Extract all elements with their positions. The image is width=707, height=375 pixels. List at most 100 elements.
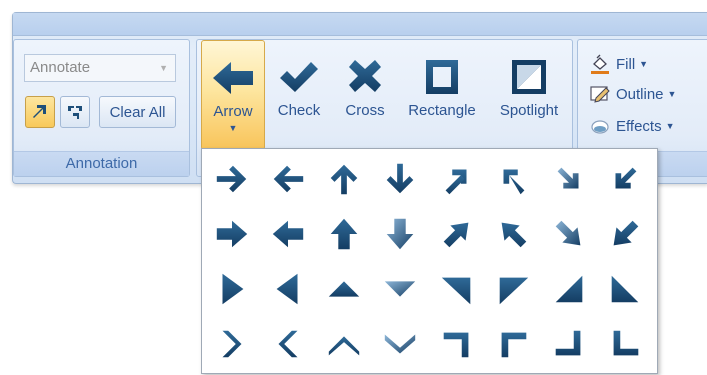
cross-shape-button[interactable]: Cross (335, 40, 395, 150)
gallery-item-triangle-top-left[interactable] (489, 265, 537, 313)
effects-label: Effects (616, 117, 662, 135)
gallery-item-triangle-bottom-left[interactable] (601, 265, 649, 313)
arrow-left-bold-icon (272, 220, 304, 248)
arrow-down-bold-icon (386, 218, 414, 250)
gallery-item-triangle-bottom-right[interactable] (545, 265, 593, 313)
triangle-bottom-left-icon (611, 275, 639, 303)
gallery-item-corner-top-left[interactable] (489, 320, 537, 368)
gallery-item-arrow-down-left-bold[interactable] (601, 210, 649, 258)
arrow-up-right-icon (33, 105, 46, 118)
arrow-left-icon (213, 62, 253, 94)
multi-arrow-button[interactable] (60, 96, 90, 128)
gallery-item-arrow-left-bold[interactable] (264, 210, 312, 258)
gallery-item-triangle-left[interactable] (264, 265, 312, 313)
arrow-gallery (201, 148, 658, 374)
triangle-right-icon (222, 273, 244, 305)
arrow-down-left-thin-icon (615, 167, 637, 189)
arrow-up-bold-icon (330, 218, 358, 250)
triangle-left-icon (276, 273, 298, 305)
multi-arrow-icon (68, 106, 82, 119)
outline-label: Outline (616, 85, 664, 103)
spotlight-icon (512, 60, 546, 94)
corner-bottom-right-icon (555, 330, 581, 356)
gallery-item-arrow-down-right-bold[interactable] (545, 210, 593, 258)
check-icon (280, 62, 318, 92)
arrow-up-right-thin-icon (445, 169, 467, 195)
clear-all-button[interactable]: Clear All (99, 96, 176, 128)
gallery-item-arrow-down-left-thin[interactable] (601, 155, 649, 203)
gallery-item-arrow-left-thin[interactable] (264, 155, 312, 203)
arrow-down-right-thin-icon (557, 167, 579, 189)
gallery-item-arrow-right-thin[interactable] (208, 155, 256, 203)
gallery-item-triangle-down[interactable] (376, 265, 424, 313)
rectangle-icon (426, 60, 458, 94)
cross-icon (349, 60, 381, 92)
arrow-up-left-thin-icon (503, 169, 525, 195)
gallery-item-triangle-top-right[interactable] (433, 265, 481, 313)
annotation-group-label: Annotation (14, 151, 189, 176)
ribbon-tab-bar (13, 13, 707, 36)
gallery-item-chevron-up[interactable] (320, 320, 368, 368)
annotation-group: Annotate ▼ Clear All Annotation (13, 39, 190, 177)
annotate-combo-value: Annotate (30, 59, 91, 76)
arrow-down-left-bold-icon (613, 220, 639, 246)
triangle-down-icon (384, 281, 416, 297)
chevron-down-icon: ▼ (228, 123, 238, 133)
gallery-item-chevron-down[interactable] (376, 320, 424, 368)
arrow-shape-button[interactable]: Arrow ▼ (201, 40, 265, 150)
arrow-down-right-bold-icon (555, 220, 581, 246)
gallery-item-arrow-up-right-thin[interactable] (433, 155, 481, 203)
clear-all-label: Clear All (109, 103, 166, 121)
gallery-item-chevron-left[interactable] (264, 320, 312, 368)
gallery-item-triangle-right[interactable] (208, 265, 256, 313)
chevron-down-icon: ▼ (665, 121, 675, 131)
rectangle-shape-button[interactable]: Rectangle (399, 40, 485, 150)
gallery-item-arrow-down-right-thin[interactable] (545, 155, 593, 203)
gallery-item-arrow-up-left-bold[interactable] (489, 210, 537, 258)
chevron-left-icon (278, 330, 298, 358)
spotlight-shape-button[interactable]: Spotlight (489, 40, 569, 150)
chevron-down-icon (384, 334, 416, 354)
chevron-right-icon (222, 330, 242, 358)
arrow-down-thin-icon (386, 163, 414, 194)
arrow-up-thin-icon (330, 164, 358, 195)
gallery-item-corner-top-right[interactable] (433, 320, 481, 368)
check-shape-button[interactable]: Check (267, 40, 331, 150)
gallery-item-arrow-up-right-bold[interactable] (433, 210, 481, 258)
triangle-top-right-icon (441, 277, 471, 305)
effects-button[interactable]: Effects ▼ (590, 116, 675, 136)
fill-button[interactable]: Fill ▼ (590, 54, 648, 74)
gallery-item-arrow-right-bold[interactable] (208, 210, 256, 258)
chevron-down-icon: ▼ (159, 63, 168, 73)
arrow-up-right-bold-icon (443, 222, 469, 248)
paint-bucket-icon (591, 54, 609, 74)
arrow-right-thin-icon (216, 165, 247, 193)
arrow-shape-label: Arrow (213, 103, 253, 120)
annotate-combo[interactable]: Annotate ▼ (24, 54, 176, 82)
gallery-item-chevron-right[interactable] (208, 320, 256, 368)
chevron-down-icon: ▼ (667, 89, 677, 99)
effects-icon (591, 120, 609, 134)
gallery-item-triangle-up[interactable] (320, 265, 368, 313)
gallery-item-arrow-up-bold[interactable] (320, 210, 368, 258)
corner-bottom-left-icon (613, 330, 639, 356)
gallery-item-arrow-up-thin[interactable] (320, 155, 368, 203)
gallery-item-arrow-down-thin[interactable] (376, 155, 424, 203)
spotlight-shape-label: Spotlight (499, 102, 559, 119)
chevron-down-icon: ▼ (639, 59, 649, 69)
check-shape-label: Check (277, 102, 321, 119)
arrow-right-bold-icon (216, 220, 248, 248)
triangle-bottom-right-icon (555, 275, 583, 303)
gallery-item-corner-bottom-left[interactable] (601, 320, 649, 368)
gallery-item-arrow-up-left-thin[interactable] (489, 155, 537, 203)
gallery-item-arrow-down-bold[interactable] (376, 210, 424, 258)
arrow-left-thin-icon (273, 165, 304, 193)
triangle-up-icon (328, 281, 360, 297)
arrow-tool-button[interactable] (25, 96, 55, 128)
cross-shape-label: Cross (345, 102, 385, 119)
fill-label: Fill (616, 55, 636, 73)
corner-top-left-icon (501, 332, 527, 358)
outline-button[interactable]: Outline ▼ (590, 84, 676, 104)
pencil-icon (590, 86, 610, 103)
gallery-item-corner-bottom-right[interactable] (545, 320, 593, 368)
